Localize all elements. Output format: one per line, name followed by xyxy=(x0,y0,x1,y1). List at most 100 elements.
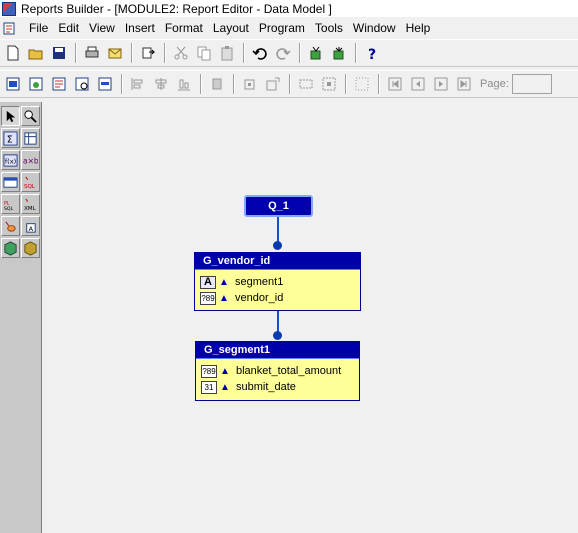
parameter-form-view-button[interactable] xyxy=(94,73,116,95)
data-link-icon xyxy=(3,176,18,188)
previous-page-icon xyxy=(411,77,425,91)
jdbc-query-tool-button[interactable] xyxy=(1,216,20,236)
sql-query-tool-button[interactable]: SQL xyxy=(21,172,40,192)
paper-design-icon xyxy=(75,77,89,91)
text-query-icon: A xyxy=(26,222,36,233)
query-object[interactable]: Q_1 xyxy=(244,195,313,217)
data-link-tool-button[interactable] xyxy=(1,172,20,192)
data-model-canvas[interactable]: Q_1 G_vendor_id A ▲ segment1 ?89 ▲ vendo… xyxy=(43,102,578,533)
formula-fx-icon: f(x) xyxy=(3,153,18,167)
cross-product-tool-button[interactable] xyxy=(21,128,40,148)
size-objects-button[interactable] xyxy=(295,73,317,95)
print-button[interactable] xyxy=(81,42,103,64)
open-folder-icon xyxy=(28,49,43,60)
ungroup-button[interactable] xyxy=(262,73,284,95)
magnify-tool-button[interactable] xyxy=(21,106,40,126)
express-cube-icon xyxy=(24,240,37,256)
menu-window[interactable]: Window xyxy=(348,19,401,37)
previous-page-button[interactable] xyxy=(407,73,429,95)
group-object[interactable]: G_segment1 ?89 ▲ blanket_total_amount 31… xyxy=(195,341,360,401)
align-bottom-button[interactable] xyxy=(173,73,195,95)
redo-button[interactable] xyxy=(272,42,294,64)
next-page-button[interactable] xyxy=(430,73,452,95)
query-group-link[interactable] xyxy=(277,217,279,244)
document-system-menu-icon[interactable] xyxy=(2,20,18,36)
page-number-input[interactable] xyxy=(511,74,552,94)
svg-text:A: A xyxy=(29,225,34,233)
toolbar-separator xyxy=(121,74,123,94)
express-query-tool-button[interactable] xyxy=(21,238,40,258)
data-model-view-button[interactable] xyxy=(2,73,24,95)
next-page-icon xyxy=(434,77,448,91)
placeholder-column-tool-button[interactable]: a×b xyxy=(21,150,40,170)
placeholder-axb-icon: a×b xyxy=(23,156,38,165)
sort-ascending-icon: ▲ xyxy=(219,292,229,304)
help-button[interactable]: ? xyxy=(361,42,383,64)
align-center-button[interactable] xyxy=(150,73,172,95)
number-column-icon: ?89 xyxy=(200,291,216,305)
align-left-button[interactable] xyxy=(127,73,149,95)
svg-text:SQL: SQL xyxy=(24,184,36,190)
group-button[interactable] xyxy=(239,73,261,95)
group-column-row[interactable]: A ▲ segment1 xyxy=(200,274,355,290)
olap-query-tool-button[interactable] xyxy=(1,238,20,258)
menu-tools[interactable]: Tools xyxy=(310,19,348,37)
debug-button[interactable] xyxy=(328,42,350,64)
column-name: vendor_id xyxy=(235,292,284,304)
menu-insert[interactable]: Insert xyxy=(120,19,160,37)
group-object[interactable]: G_vendor_id A ▲ segment1 ?89 ▲ vendor_id xyxy=(194,252,361,311)
char-column-icon: A xyxy=(200,275,216,289)
undo-button[interactable] xyxy=(249,42,271,64)
view-toolbar: Page: xyxy=(0,70,578,98)
last-page-button[interactable] xyxy=(453,73,475,95)
redo-arrow-icon xyxy=(276,48,291,60)
paper-layout-view-button[interactable] xyxy=(48,73,70,95)
svg-text:f(x): f(x) xyxy=(5,157,16,165)
summary-column-tool-button[interactable]: Σ xyxy=(1,128,20,148)
grid-snap-button[interactable] xyxy=(351,73,373,95)
mail-button[interactable] xyxy=(104,42,126,64)
menu-help[interactable]: Help xyxy=(401,19,436,37)
run-button[interactable] xyxy=(137,42,159,64)
toolbar-separator xyxy=(243,43,245,63)
web-source-view-button[interactable] xyxy=(25,73,47,95)
bring-to-front-button[interactable] xyxy=(206,73,228,95)
menu-edit[interactable]: Edit xyxy=(53,19,84,37)
group-column-row[interactable]: ?89 ▲ blanket_total_amount xyxy=(201,363,354,379)
save-button[interactable] xyxy=(48,42,70,64)
group-title: G_vendor_id xyxy=(195,253,360,270)
query-name: Q_1 xyxy=(268,200,289,212)
open-button[interactable] xyxy=(25,42,47,64)
group-column-row[interactable]: ?89 ▲ vendor_id xyxy=(200,290,355,306)
paste-button[interactable] xyxy=(216,42,238,64)
menu-format[interactable]: Format xyxy=(160,19,208,37)
select-tool-button[interactable] xyxy=(1,106,20,126)
distribute-button[interactable] xyxy=(318,73,340,95)
toolbar-separator xyxy=(355,43,357,63)
magnify-icon xyxy=(24,109,37,123)
reports-builder-app-icon xyxy=(2,1,16,16)
cut-button[interactable] xyxy=(170,42,192,64)
group-column-row[interactable]: 31 ▲ submit_date xyxy=(201,379,354,395)
first-page-button[interactable] xyxy=(384,73,406,95)
distribute-icon xyxy=(322,77,336,91)
paper-layout-icon xyxy=(52,77,66,91)
plsql-query-tool-button[interactable]: PL SQL xyxy=(1,194,20,214)
paper-design-view-button[interactable] xyxy=(71,73,93,95)
menu-file[interactable]: File xyxy=(24,19,53,37)
sort-ascending-icon: ▲ xyxy=(220,381,230,393)
toolbar-separator xyxy=(233,74,235,94)
olap-cube-icon xyxy=(4,240,17,256)
new-button[interactable] xyxy=(2,42,24,64)
menu-layout[interactable]: Layout xyxy=(208,19,254,37)
toolbar-separator xyxy=(345,74,347,94)
align-bottom-icon xyxy=(178,79,190,91)
menu-program[interactable]: Program xyxy=(254,19,310,37)
text-query-tool-button[interactable]: A xyxy=(21,216,40,236)
copy-button[interactable] xyxy=(193,42,215,64)
compile-button[interactable] xyxy=(305,42,327,64)
cross-product-icon xyxy=(24,131,37,145)
menu-view[interactable]: View xyxy=(84,19,120,37)
formula-column-tool-button[interactable]: f(x) xyxy=(1,150,20,170)
xml-query-tool-button[interactable]: XML xyxy=(21,194,40,214)
